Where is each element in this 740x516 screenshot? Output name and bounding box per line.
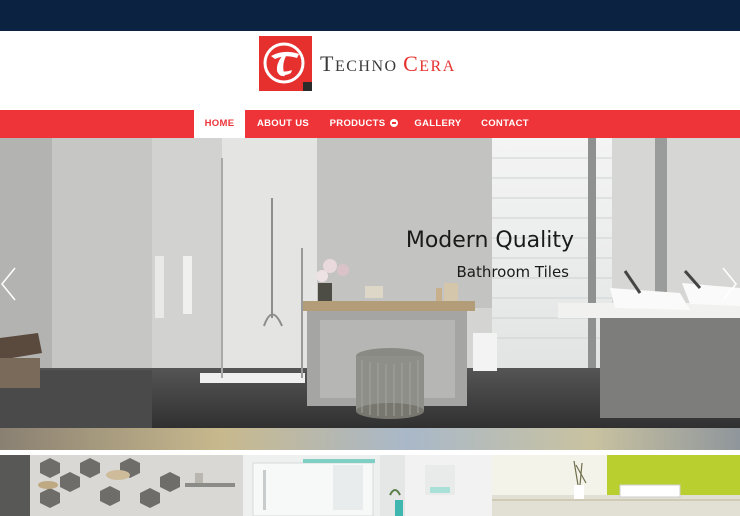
logo-word-techno: ECHNO — [334, 57, 398, 75]
nav-item-contact[interactable]: CONTACT — [478, 110, 532, 138]
main-nav: HOME ABOUT US PRODUCTS GALLERY CONTACT — [0, 110, 740, 138]
logo-mark-icon — [259, 36, 312, 91]
dropdown-arrow-icon — [390, 119, 399, 127]
nav-item-gallery[interactable]: GALLERY — [412, 110, 464, 138]
thumbnail-hexagon-tiles[interactable] — [0, 455, 243, 516]
thumbnail-living-room[interactable] — [492, 455, 740, 516]
nav-item-home[interactable]: HOME — [194, 110, 245, 138]
slide-title: Modern Quality — [405, 228, 574, 253]
site-header: TECHNO CERA — [0, 31, 740, 110]
thumbnail-basin-room[interactable] — [380, 455, 492, 516]
nav-item-label: HOME — [204, 118, 235, 129]
top-bar — [0, 0, 740, 31]
hero-slider: Modern Quality Bathroom Tiles — [0, 138, 740, 450]
slider-next-button[interactable] — [720, 266, 738, 302]
logo-wordmark: TECHNO CERA — [320, 51, 456, 77]
slide-subtitle: Bathroom Tiles — [456, 263, 569, 281]
slider-prev-button[interactable] — [0, 266, 18, 302]
logo-word-cera: ERA — [419, 57, 456, 75]
nav-item-label: CONTACT — [481, 118, 529, 129]
site-logo[interactable]: TECHNO CERA — [259, 36, 456, 91]
thumbnail-shower-room[interactable] — [243, 455, 380, 516]
hexagon-tiles-image — [0, 455, 243, 516]
nav-item-label: ABOUT US — [256, 118, 309, 129]
chevron-right-icon — [722, 267, 737, 301]
hero-bathroom-image — [0, 138, 740, 450]
living-room-image — [492, 455, 740, 516]
nav-item-label: GALLERY — [414, 118, 462, 129]
logo-word-techno-initial: T — [320, 50, 335, 76]
nav-item-products[interactable]: PRODUCTS — [325, 110, 403, 138]
basin-room-image — [380, 455, 492, 516]
shower-room-image — [243, 455, 380, 516]
logo-word-cera-initial: C — [403, 50, 420, 76]
nav-item-label: PRODUCTS — [329, 118, 386, 129]
chevron-left-icon — [1, 267, 16, 301]
gallery-thumbnails — [0, 450, 740, 516]
nav-item-about-us[interactable]: ABOUT US — [252, 110, 314, 138]
